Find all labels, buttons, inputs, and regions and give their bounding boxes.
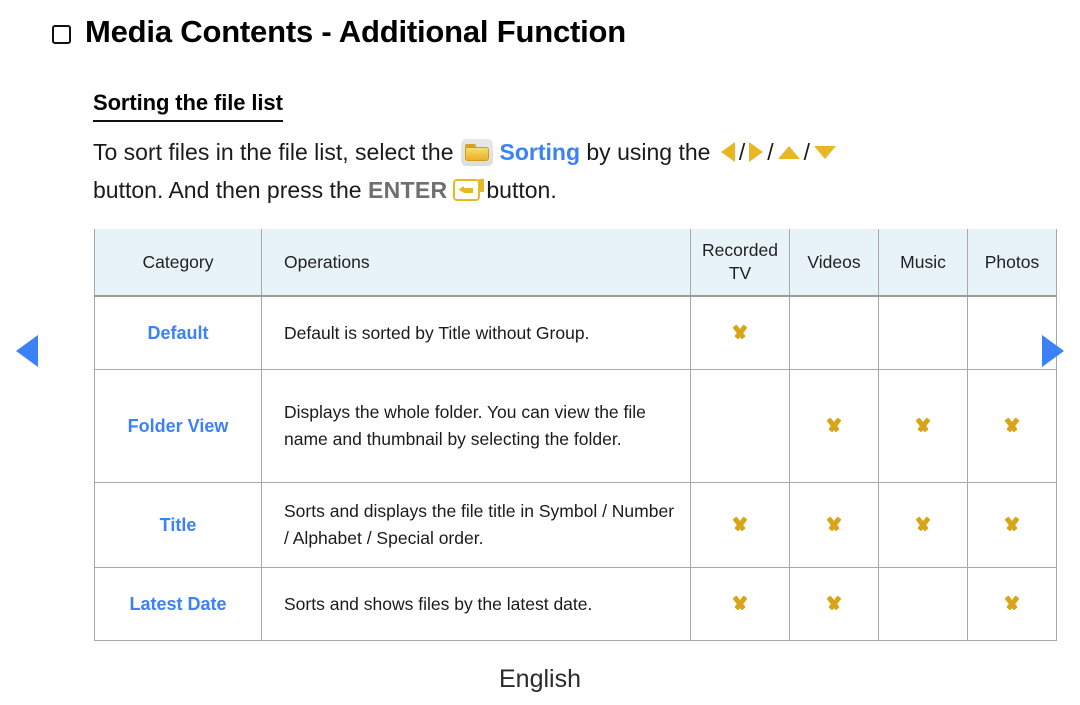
cell-operations: Displays the whole folder. You can view …: [261, 369, 691, 483]
header-recorded-tv: Recorded TV: [690, 229, 790, 297]
square-outline-icon: [52, 24, 71, 44]
instruction-text-2a: button. And then press the: [93, 177, 362, 203]
instruction-text-2b: button.: [486, 177, 557, 203]
cell-photos: [967, 482, 1057, 568]
check-chevron-icon: [729, 597, 751, 609]
next-page-button[interactable]: [1042, 335, 1064, 367]
cell-videos: [789, 482, 879, 568]
check-chevron-icon: [729, 326, 751, 338]
cell-category: Latest Date: [94, 567, 262, 641]
cell-recorded-tv: [690, 567, 790, 641]
separator-3: /: [803, 139, 810, 165]
footer-language-label: English: [499, 665, 581, 693]
sorting-label: Sorting: [499, 139, 581, 165]
triangle-up-icon: [777, 145, 800, 159]
check-chevron-icon: [823, 518, 845, 530]
cell-videos: [789, 295, 879, 370]
header-photos: Photos: [967, 229, 1057, 297]
cell-recorded-tv: [690, 295, 790, 370]
header-music: Music: [878, 229, 968, 297]
sorting-options-table: Category Operations Recorded TV Videos M…: [94, 229, 1057, 641]
separator-1: /: [738, 139, 746, 165]
check-chevron-icon: [912, 419, 934, 431]
header-operations: Operations: [261, 229, 691, 297]
cell-videos: [789, 567, 879, 641]
cell-music: [878, 567, 968, 641]
cell-category: Title: [94, 482, 262, 568]
table-header-row: Category Operations Recorded TV Videos M…: [94, 229, 1057, 297]
enter-label: ENTER: [367, 177, 448, 203]
instruction-text-1a: To sort files in the file list, select t…: [93, 139, 454, 165]
header-videos: Videos: [789, 229, 879, 297]
table-row: Default Default is sorted by Title witho…: [94, 295, 1057, 370]
cell-photos: [967, 567, 1057, 641]
section-heading: Sorting the file list: [93, 90, 283, 122]
triangle-right-icon: [749, 142, 764, 162]
table-header: Category Operations Recorded TV Videos M…: [94, 229, 1057, 297]
cell-music: [878, 295, 968, 370]
instruction-line-2: button. And then press the ENTER button.: [93, 171, 993, 209]
header-category: Category: [94, 229, 262, 297]
cell-photos: [967, 369, 1057, 483]
table-row: Folder View Displays the whole folder. Y…: [94, 369, 1057, 483]
instruction-space-1: [710, 133, 716, 171]
cell-category: Default: [94, 295, 262, 370]
check-chevron-icon: [729, 518, 751, 530]
table-body: Default Default is sorted by Title witho…: [94, 295, 1057, 641]
check-chevron-icon: [912, 518, 934, 530]
cell-operations: Default is sorted by Title without Group…: [261, 295, 691, 370]
folder-icon: [460, 138, 493, 166]
triangle-down-icon: [813, 145, 836, 159]
cell-category: Folder View: [94, 369, 262, 483]
table-row: Title Sorts and displays the file title …: [94, 482, 1057, 568]
check-chevron-icon: [1001, 597, 1023, 609]
table-row: Latest Date Sorts and shows files by the…: [94, 567, 1057, 641]
cell-recorded-tv: [690, 482, 790, 568]
page-title-text: Media Contents - Additional Function: [85, 14, 626, 49]
check-chevron-icon: [1001, 419, 1023, 431]
cell-operations: Sorts and displays the file title in Sym…: [261, 482, 691, 568]
instruction-text-1c: by using the: [586, 139, 711, 165]
check-chevron-icon: [1001, 518, 1023, 530]
page-title: Media Contents - Additional Function: [52, 14, 626, 50]
enter-key-icon: [453, 179, 485, 201]
cell-recorded-tv: [690, 369, 790, 483]
cell-videos: [789, 369, 879, 483]
check-chevron-icon: [823, 419, 845, 431]
check-chevron-icon: [823, 597, 845, 609]
cell-music: [878, 482, 968, 568]
triangle-left-icon: [720, 142, 735, 162]
cell-operations: Sorts and shows files by the latest date…: [261, 567, 691, 641]
instruction-line-1: To sort files in the file list, select t…: [93, 133, 993, 171]
separator-2: /: [767, 139, 774, 165]
cell-music: [878, 369, 968, 483]
previous-page-button[interactable]: [16, 335, 38, 367]
instruction-paragraph: To sort files in the file list, select t…: [93, 133, 993, 209]
header-recorded-tv-line2: TV: [728, 263, 752, 283]
header-recorded-tv-line1: Recorded: [702, 240, 778, 260]
